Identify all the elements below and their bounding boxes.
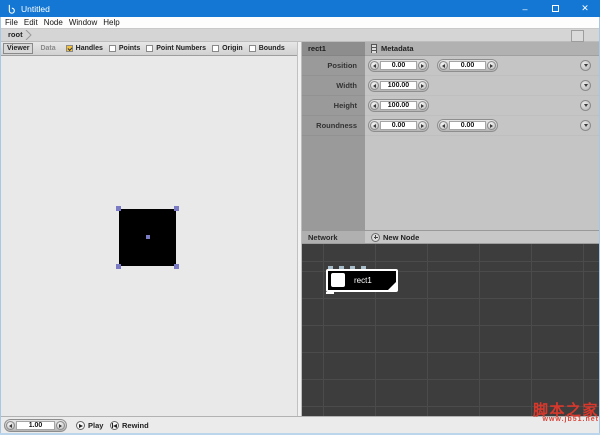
param-label: Position [302,56,365,76]
menu-bar: File Edit Node Window Help [0,17,600,28]
toggle-point-numbers[interactable]: Point Numbers [146,45,206,52]
param-row-position: Position 0.00 0.00 [302,56,600,76]
width-spinner[interactable]: 100.00 [368,79,429,92]
corner-handle-tl[interactable] [116,206,121,211]
decrement-button[interactable] [439,61,448,70]
height-spinner[interactable]: 100.00 [368,99,429,112]
play-button[interactable]: Play [76,419,103,432]
node-type-icon [331,273,345,287]
viewer-canvas[interactable] [0,56,297,416]
menu-window[interactable]: Window [66,18,100,27]
menu-help[interactable]: Help [100,18,122,27]
breadcrumb-overflow-button[interactable] [571,30,584,42]
node-output-port[interactable] [326,292,334,294]
checkbox-origin[interactable] [212,45,219,52]
viewer-toolbar: Viewer Data Handles Points Point Numbers… [0,42,297,56]
rewind-icon [110,421,119,430]
play-icon [76,421,85,430]
network-canvas[interactable]: rect1 [302,244,600,416]
increment-button[interactable] [418,121,427,130]
app-icon [6,4,16,14]
increment-button[interactable] [418,101,427,110]
new-node-icon[interactable] [371,233,380,242]
new-node-button[interactable]: New Node [383,233,419,242]
decrement-button[interactable] [370,61,379,70]
metadata-header[interactable]: Metadata [365,42,600,56]
decrement-button[interactable] [370,121,379,130]
param-row-width: Width 100.00 [302,76,600,96]
increment-button[interactable] [418,61,427,70]
app-window: Untitled – ✕ File Edit Node Window Help … [0,0,600,435]
window-border [0,17,1,433]
checkbox-bounds[interactable] [249,45,256,52]
increment-button[interactable] [487,61,496,70]
param-menu-button[interactable] [580,120,591,131]
increment-button[interactable] [56,421,65,430]
network-toolbar: New Node [365,230,600,244]
timeline-bar: 1.00 Play Rewind [0,416,600,433]
decrement-button[interactable] [439,121,448,130]
param-label: Width [302,76,365,96]
checkbox-handles[interactable] [66,45,73,52]
param-row-height: Height 100.00 [302,96,600,116]
position-y-spinner[interactable]: 0.00 [437,59,498,72]
param-label-column [302,136,365,230]
param-menu-button[interactable] [580,80,591,91]
roundness-x-spinner[interactable]: 0.00 [368,119,429,132]
metadata-icon [371,44,377,53]
minimize-button[interactable]: – [510,0,540,17]
node-name: rect1 [354,276,372,285]
toggle-handles[interactable]: Handles [66,45,103,52]
corner-handle-tr[interactable] [174,206,179,211]
maximize-button[interactable] [540,0,570,17]
toggle-points[interactable]: Points [109,45,140,52]
param-control-area [365,136,600,230]
corner-handle-bl[interactable] [116,264,121,269]
checkbox-point-numbers[interactable] [146,45,153,52]
rewind-button[interactable]: Rewind [110,419,149,432]
watermark-url: www.jb51.net [520,416,599,423]
breadcrumb-chevron-icon [25,30,33,40]
roundness-y-spinner[interactable]: 0.00 [437,119,498,132]
param-menu-button[interactable] [580,60,591,71]
param-label: Roundness [302,116,365,136]
menu-file[interactable]: File [2,18,21,27]
center-handle[interactable] [146,235,150,239]
window-title: Untitled [21,4,50,14]
toggle-bounds[interactable]: Bounds [249,45,285,52]
increment-button[interactable] [487,121,496,130]
title-bar: Untitled – ✕ [0,0,600,17]
tab-data[interactable]: Data [36,43,59,54]
position-x-spinner[interactable]: 0.00 [368,59,429,72]
network-title: Network [302,230,365,244]
checkbox-points[interactable] [109,45,116,52]
increment-button[interactable] [418,81,427,90]
param-row-roundness: Roundness 0.00 0.00 [302,116,600,136]
menu-node[interactable]: Node [41,18,66,27]
close-button[interactable]: ✕ [570,0,600,17]
param-node-name: rect1 [302,42,365,56]
param-label: Height [302,96,365,116]
decrement-button[interactable] [370,81,379,90]
decrement-button[interactable] [6,421,15,430]
tab-viewer[interactable]: Viewer [3,43,33,54]
node-fold-corner [387,281,397,291]
network-node-rect1[interactable]: rect1 [326,269,398,292]
corner-handle-br[interactable] [174,264,179,269]
param-menu-button[interactable] [580,100,591,111]
menu-edit[interactable]: Edit [21,18,41,27]
breadcrumb-bar: root [0,28,600,42]
toggle-origin[interactable]: Origin [212,45,243,52]
frame-spinner[interactable]: 1.00 [4,419,67,432]
decrement-button[interactable] [370,101,379,110]
